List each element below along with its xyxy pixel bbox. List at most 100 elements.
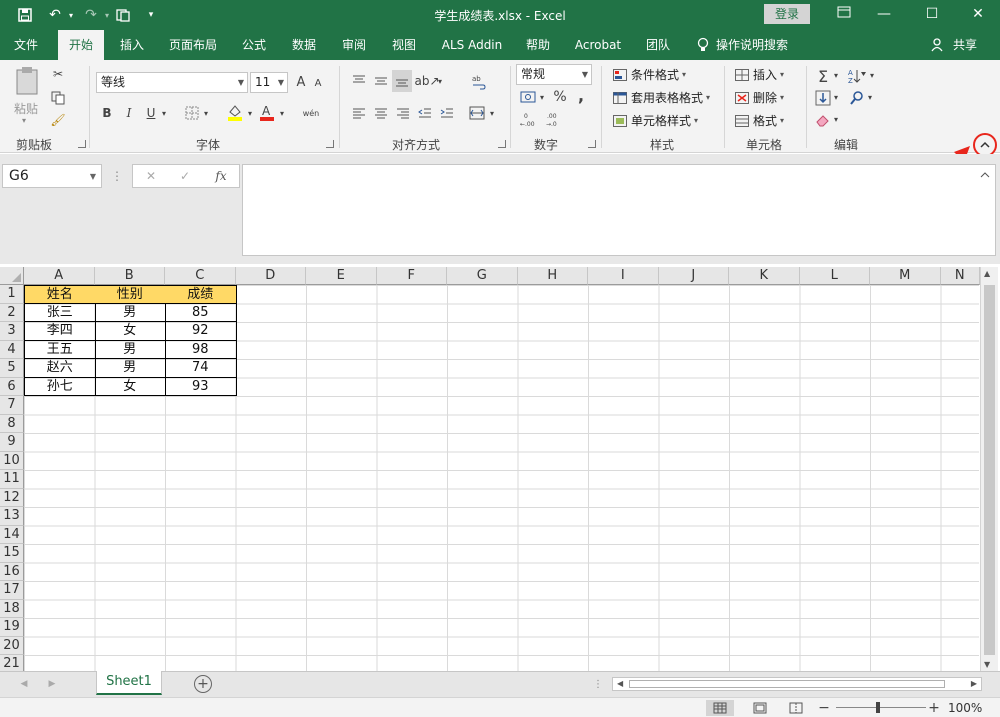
increase-indent-icon[interactable] [438, 104, 456, 122]
cell-styles-button[interactable]: 单元格样式 ▾ [612, 112, 698, 129]
orientation-icon[interactable]: ab↗ [414, 72, 439, 90]
zoom-slider[interactable] [836, 707, 926, 708]
enter-icon[interactable]: ✓ [177, 168, 193, 184]
sort-filter-dropdown-icon[interactable]: ▾ [868, 68, 876, 82]
tab-als-addin[interactable]: ALS Addin [434, 30, 510, 60]
bottom-align-icon[interactable] [392, 70, 412, 92]
row-header[interactable]: 8 [0, 414, 24, 433]
insert-function-icon[interactable]: fx [211, 167, 231, 185]
align-center-icon[interactable] [372, 104, 390, 122]
cancel-icon[interactable]: ✕ [143, 168, 159, 184]
row-header[interactable]: 9 [0, 433, 24, 452]
comma-style-icon[interactable]: , [574, 86, 588, 105]
scroll-right-icon[interactable]: ▶ [971, 679, 977, 688]
table-cell[interactable]: 男 [94, 303, 166, 322]
scroll-left-icon[interactable]: ◀ [617, 679, 623, 688]
underline-dropdown-icon[interactable]: ▾ [160, 106, 168, 120]
column-header[interactable]: N [940, 267, 980, 285]
table-cell[interactable]: 女 [94, 377, 166, 396]
tab-help[interactable]: 帮助 [516, 30, 560, 60]
column-header[interactable]: J [658, 267, 729, 285]
collapse-formula-bar-icon[interactable] [978, 170, 992, 180]
format-as-table-button[interactable]: 套用表格格式 ▾ [612, 89, 710, 106]
italic-button[interactable]: I [122, 104, 136, 122]
maximize-icon[interactable]: ☐ [914, 3, 950, 25]
tab-view[interactable]: 视图 [382, 30, 426, 60]
table-cell[interactable]: 男 [94, 340, 166, 359]
row-header[interactable]: 7 [0, 396, 24, 415]
horizontal-scrollbar[interactable]: ◀ ▶ [612, 677, 982, 691]
column-header[interactable]: C [165, 267, 236, 285]
conditional-formatting-button[interactable]: 条件格式 ▾ [612, 66, 686, 83]
tab-data[interactable]: 数据 [282, 30, 326, 60]
tab-team[interactable]: 团队 [636, 30, 680, 60]
table-header-cell[interactable]: 成绩 [165, 285, 237, 304]
row-header[interactable]: 2 [0, 303, 24, 322]
autosum-icon[interactable]: Σ [814, 66, 832, 86]
accounting-dropdown-icon[interactable]: ▾ [538, 90, 546, 104]
tab-acrobat[interactable]: Acrobat [568, 30, 628, 60]
scroll-up-icon[interactable]: ▲ [984, 269, 990, 278]
table-cell[interactable]: 男 [94, 359, 166, 378]
more-options-icon[interactable]: ⋮ [111, 168, 123, 184]
clear-icon[interactable] [814, 110, 832, 130]
wrap-text-icon[interactable]: ab [468, 72, 490, 92]
row-header[interactable]: 19 [0, 618, 24, 637]
fill-dropdown-icon[interactable]: ▾ [832, 90, 840, 104]
column-header[interactable]: A [24, 267, 95, 285]
number-launcher-icon[interactable] [588, 140, 596, 148]
font-color-icon[interactable]: A [258, 102, 276, 122]
increase-decimal-icon[interactable]: 0 ←.00 [518, 110, 538, 128]
row-header[interactable]: 15 [0, 544, 24, 563]
orientation-dropdown-icon[interactable]: ▾ [436, 74, 444, 88]
scroll-thumb[interactable] [984, 285, 995, 655]
row-header[interactable]: 16 [0, 562, 24, 581]
find-select-dropdown-icon[interactable]: ▾ [866, 90, 874, 104]
zoom-in-icon[interactable]: + [928, 700, 940, 716]
number-format-select[interactable]: 常规 ▼ [516, 64, 592, 85]
autosum-dropdown-icon[interactable]: ▾ [832, 68, 840, 82]
table-cell[interactable]: 92 [165, 322, 237, 341]
decrease-decimal-icon[interactable]: .00 →.0 [542, 110, 562, 128]
zoom-out-icon[interactable]: − [818, 700, 830, 716]
row-header[interactable]: 5 [0, 359, 24, 378]
table-cell[interactable]: 赵六 [24, 359, 96, 378]
column-header[interactable]: L [799, 267, 870, 285]
table-cell[interactable]: 孙七 [24, 377, 96, 396]
accounting-format-icon[interactable] [518, 88, 538, 106]
insert-cells-button[interactable]: 插入 ▾ [734, 66, 784, 83]
row-header[interactable]: 10 [0, 451, 24, 470]
clear-dropdown-icon[interactable]: ▾ [832, 112, 840, 126]
tab-insert[interactable]: 插入 [110, 30, 154, 60]
tab-formulas[interactable]: 公式 [232, 30, 276, 60]
fill-color-icon[interactable] [226, 102, 244, 122]
paste-dropdown-icon[interactable]: ▾ [22, 116, 26, 125]
column-header[interactable]: B [94, 267, 165, 285]
table-cell[interactable]: 王五 [24, 340, 96, 359]
shrink-font-icon[interactable]: A [312, 76, 324, 90]
ribbon-display-options-icon[interactable] [826, 3, 862, 25]
page-layout-view-icon[interactable] [746, 700, 774, 716]
bold-button[interactable]: B [100, 104, 114, 122]
column-header[interactable]: M [870, 267, 941, 285]
paste-label[interactable]: 粘贴 [14, 100, 38, 117]
grow-font-icon[interactable]: A [294, 74, 308, 90]
tab-file[interactable]: 文件 [4, 30, 48, 60]
share-button[interactable]: 共享 [948, 30, 982, 60]
horizontal-scroll-thumb[interactable] [629, 680, 945, 688]
sort-filter-icon[interactable]: AZ [846, 66, 868, 86]
row-header[interactable]: 20 [0, 636, 24, 655]
minimize-icon[interactable]: — [866, 3, 902, 25]
top-align-icon[interactable] [350, 72, 368, 90]
row-header[interactable]: 18 [0, 599, 24, 618]
tab-review[interactable]: 审阅 [332, 30, 376, 60]
login-button[interactable]: 登录 [764, 4, 810, 24]
row-header[interactable]: 12 [0, 488, 24, 507]
copy-icon[interactable] [50, 90, 66, 106]
merge-center-icon[interactable] [468, 104, 486, 122]
column-header[interactable]: G [447, 267, 518, 285]
row-header[interactable]: 4 [0, 340, 24, 359]
column-header[interactable]: I [588, 267, 659, 285]
merge-dropdown-icon[interactable]: ▾ [488, 106, 496, 120]
align-right-icon[interactable] [394, 104, 412, 122]
